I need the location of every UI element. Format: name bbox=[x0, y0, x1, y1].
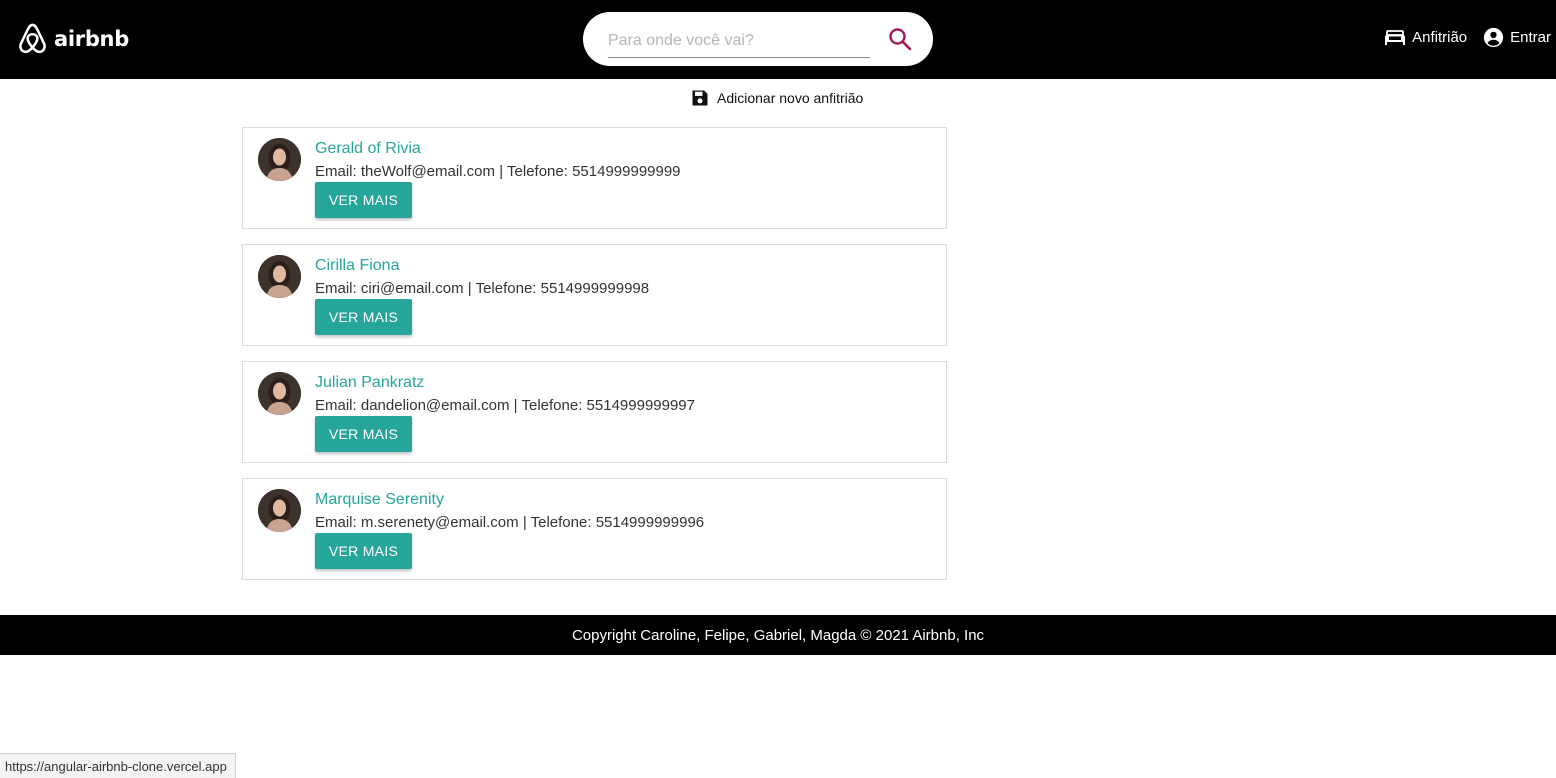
separator: | bbox=[499, 163, 504, 180]
avatar bbox=[258, 489, 301, 532]
email-label: Email: bbox=[315, 163, 357, 180]
phone-label: Telefone: bbox=[475, 280, 537, 297]
host-name[interactable]: Cirilla Fiona bbox=[315, 257, 399, 275]
host-card: Gerald of Rivia Email: theWolf@email.com… bbox=[242, 127, 947, 229]
login-nav-link[interactable]: Entrar bbox=[1483, 27, 1551, 48]
phone-label: Telefone: bbox=[521, 397, 583, 414]
host-card: Cirilla Fiona Email: ciri@email.com | Te… bbox=[242, 244, 947, 346]
avatar bbox=[258, 138, 301, 181]
see-more-button[interactable]: VER MAIS bbox=[315, 182, 412, 218]
host-phone: 5514999999996 bbox=[595, 514, 705, 531]
host-email: dandelion@email.com bbox=[360, 397, 510, 414]
host-nav-link[interactable]: Anfitrião bbox=[1384, 29, 1467, 46]
email-label: Email: bbox=[315, 514, 357, 531]
host-email: m.serenety@email.com bbox=[360, 514, 519, 531]
add-host-button[interactable]: Adicionar novo anfitrião bbox=[690, 88, 863, 108]
save-icon bbox=[692, 90, 708, 106]
host-name[interactable]: Gerald of Rivia bbox=[315, 140, 421, 158]
separator: | bbox=[522, 514, 527, 531]
host-contact: Email: ciri@email.com | Telefone: 551499… bbox=[315, 280, 649, 297]
separator: | bbox=[513, 397, 518, 414]
host-contact: Email: m.serenety@email.com | Telefone: … bbox=[315, 514, 704, 531]
search-input[interactable] bbox=[608, 24, 870, 58]
see-more-button[interactable]: VER MAIS bbox=[315, 533, 412, 569]
see-more-button[interactable]: VER MAIS bbox=[315, 299, 412, 335]
host-name[interactable]: Julian Pankratz bbox=[315, 374, 424, 392]
host-phone: 5514999999997 bbox=[586, 397, 695, 414]
account-circle-icon bbox=[1484, 27, 1504, 48]
status-bar-url: https://angular-airbnb-clone.vercel.app bbox=[0, 753, 236, 778]
search-icon bbox=[889, 28, 912, 51]
email-label: Email: bbox=[315, 397, 357, 414]
phone-label: Telefone: bbox=[507, 163, 568, 180]
host-nav-label: Anfitrião bbox=[1412, 29, 1468, 46]
host-email: theWolf@email.com bbox=[360, 163, 496, 180]
bed-icon bbox=[1385, 29, 1406, 45]
airbnb-logo-icon bbox=[17, 22, 48, 55]
host-phone: 5514999999999 bbox=[572, 163, 681, 180]
login-nav-label: Entrar bbox=[1510, 29, 1551, 46]
host-card: Julian Pankratz Email: dandelion@email.c… bbox=[242, 361, 947, 463]
host-phone: 5514999999998 bbox=[540, 280, 650, 297]
host-contact: Email: theWolf@email.com | Telefone: 551… bbox=[315, 163, 681, 180]
host-email: ciri@email.com bbox=[360, 280, 464, 297]
nav-actions: Anfitrião Entrar bbox=[1384, 27, 1551, 48]
host-card: Marquise Serenity Email: m.serenety@emai… bbox=[242, 478, 947, 580]
email-label: Email: bbox=[315, 280, 357, 297]
search-bar bbox=[583, 12, 933, 66]
add-host-label: Adicionar novo anfitrião bbox=[717, 90, 864, 106]
host-contact: Email: dandelion@email.com | Telefone: 5… bbox=[315, 397, 695, 414]
phone-label: Telefone: bbox=[530, 514, 592, 531]
search-button[interactable] bbox=[885, 24, 915, 54]
logo-text: airbnb bbox=[54, 26, 129, 51]
separator: | bbox=[467, 280, 472, 297]
status-url-text: https://angular-airbnb-clone.vercel.app bbox=[5, 758, 227, 774]
host-name[interactable]: Marquise Serenity bbox=[315, 491, 444, 509]
avatar bbox=[258, 255, 301, 298]
copyright-text: Copyright Caroline, Felipe, Gabriel, Mag… bbox=[571, 626, 985, 644]
see-more-button[interactable]: VER MAIS bbox=[315, 416, 412, 452]
footer: Copyright Caroline, Felipe, Gabriel, Mag… bbox=[0, 615, 1556, 655]
host-list: Gerald of Rivia Email: theWolf@email.com… bbox=[242, 127, 947, 595]
logo-link[interactable]: airbnb bbox=[17, 22, 129, 55]
avatar bbox=[258, 372, 301, 415]
top-navbar: airbnb Anfitrião Entrar bbox=[0, 0, 1556, 79]
